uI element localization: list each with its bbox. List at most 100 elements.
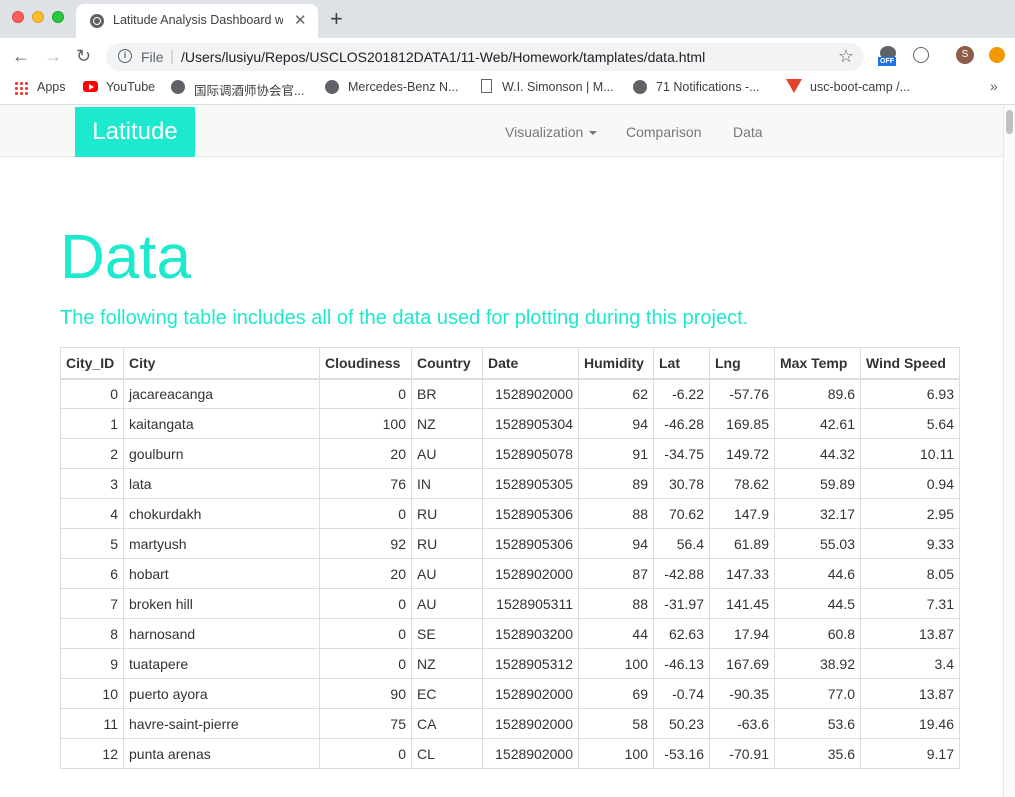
navbar-brand[interactable]: Latitude	[75, 107, 195, 157]
youtube-icon	[83, 81, 98, 92]
cell-humidity: 88	[578, 498, 654, 529]
cell-lng: 61.89	[709, 528, 775, 559]
col-cloudiness: Cloudiness	[319, 347, 412, 380]
cell-cloudiness: 76	[319, 468, 412, 499]
cell-date: 1528902000	[482, 678, 579, 709]
url-separator: |	[170, 48, 174, 65]
cell-date: 1528905078	[482, 438, 579, 469]
scrollbar-thumb[interactable]	[1006, 110, 1013, 134]
reload-icon[interactable]: ↻	[76, 44, 91, 68]
cell-country: NZ	[411, 648, 483, 679]
forward-arrow-icon[interactable]: →	[44, 44, 62, 68]
page-viewport: Latitude Visualization Comparison Data D…	[0, 105, 1003, 797]
extension-icon[interactable]: OFF	[878, 46, 898, 66]
table-row: 12 punta arenas 0 CL 1528902000 100 -53.16 -70.…	[60, 738, 960, 769]
cell-date: 1528905305	[482, 468, 579, 499]
cell-wind-speed: 13.87	[860, 678, 960, 709]
cell-city-id: 3	[60, 468, 124, 499]
cell-country: CL	[411, 738, 483, 769]
url-text[interactable]: /Users/lusiyu/Repos/USCLOS201812DATA1/11…	[181, 49, 705, 65]
more-bookmarks-icon[interactable]: »	[990, 78, 998, 94]
minimize-window-button[interactable]	[32, 11, 44, 23]
cell-city: kaitangata	[123, 408, 320, 439]
cell-lng: 147.9	[709, 498, 775, 529]
close-window-button[interactable]	[12, 11, 24, 23]
cell-date: 1528902000	[482, 738, 579, 769]
avatar[interactable]: S	[956, 46, 974, 64]
nav-visualization-dropdown[interactable]: Visualization	[505, 124, 598, 140]
cell-max-temp: 59.89	[774, 468, 861, 499]
cell-cloudiness: 20	[319, 438, 412, 469]
maximize-window-button[interactable]	[52, 11, 64, 23]
bookmark-usc-boot-camp[interactable]: usc-boot-camp /...	[810, 80, 910, 94]
cell-lng: 169.85	[709, 408, 775, 439]
cell-max-temp: 44.32	[774, 438, 861, 469]
cell-cloudiness: 0	[319, 618, 412, 649]
tab-close-icon[interactable]: ✕	[294, 11, 307, 29]
cell-city-id: 7	[60, 588, 124, 619]
cell-lng: 149.72	[709, 438, 775, 469]
back-arrow-icon[interactable]: ←	[12, 44, 30, 68]
bookmark-bartender[interactable]: 国际调酒师协会官...	[194, 80, 304, 99]
cell-country: EC	[411, 678, 483, 709]
table-body: 0 jacareacanga 0 BR 1528902000 62 -6.22 -57.76 8…	[60, 378, 960, 769]
browser-tab-bar: Latitude Analysis Dashboard w ✕ +	[0, 0, 1015, 38]
cell-cloudiness: 0	[319, 738, 412, 769]
col-city: City	[123, 347, 320, 380]
cell-city-id: 1	[60, 408, 124, 439]
cell-cloudiness: 0	[319, 588, 412, 619]
bookmark-notifications[interactable]: 71 Notifications -...	[656, 80, 760, 94]
cell-country: BR	[411, 378, 483, 409]
bookmark-youtube[interactable]: YouTube	[106, 80, 155, 94]
extension-icon[interactable]	[989, 47, 1005, 63]
cell-date: 1528903200	[482, 618, 579, 649]
cell-max-temp: 35.6	[774, 738, 861, 769]
cell-humidity: 58	[578, 708, 654, 739]
cell-humidity: 100	[578, 648, 654, 679]
bookmark-simonson[interactable]: W.I. Simonson | M...	[502, 80, 614, 94]
cell-wind-speed: 2.95	[860, 498, 960, 529]
browser-toolbar: ← → ↻ i File | /Users/lusiyu/Repos/USCLO…	[0, 38, 1015, 74]
bookmark-star-icon[interactable]: ☆	[838, 46, 854, 67]
cell-date: 1528902000	[482, 708, 579, 739]
cell-cloudiness: 92	[319, 528, 412, 559]
col-wind-speed: Wind Speed	[860, 347, 960, 380]
cell-wind-speed: 10.11	[860, 438, 960, 469]
new-tab-button[interactable]: +	[330, 6, 343, 32]
nav-data[interactable]: Data	[733, 124, 763, 140]
table-row: 2 goulburn 20 AU 1528905078 91 -34.75 149.72 44.…	[60, 438, 960, 469]
cell-lat: -31.97	[653, 588, 710, 619]
bookmark-apps[interactable]: Apps	[37, 80, 66, 94]
cell-lng: 167.69	[709, 648, 775, 679]
cell-date: 1528905306	[482, 528, 579, 559]
cell-city-id: 8	[60, 618, 124, 649]
browser-tab[interactable]: Latitude Analysis Dashboard w ✕	[76, 4, 318, 38]
info-icon[interactable]: i	[118, 49, 132, 63]
cell-city: puerto ayora	[123, 678, 320, 709]
cell-city: havre-saint-pierre	[123, 708, 320, 739]
page-scrollbar[interactable]	[1003, 105, 1015, 797]
cell-wind-speed: 7.31	[860, 588, 960, 619]
cell-humidity: 44	[578, 618, 654, 649]
address-bar[interactable]: i File | /Users/lusiyu/Repos/USCLOS20181…	[106, 43, 864, 71]
table-header-row: City_ID City Cloudiness Country Date Hum…	[60, 347, 960, 380]
bookmark-mercedes[interactable]: Mercedes-Benz N...	[348, 80, 458, 94]
cell-country: RU	[411, 528, 483, 559]
cell-cloudiness: 75	[319, 708, 412, 739]
cell-cloudiness: 0	[319, 378, 412, 409]
cell-max-temp: 38.92	[774, 648, 861, 679]
cell-wind-speed: 9.17	[860, 738, 960, 769]
cell-lat: -46.13	[653, 648, 710, 679]
nav-visualization-label: Visualization	[505, 124, 584, 140]
cell-lat: 30.78	[653, 468, 710, 499]
cell-lng: 17.94	[709, 618, 775, 649]
nav-comparison[interactable]: Comparison	[626, 124, 701, 140]
cell-lat: 50.23	[653, 708, 710, 739]
table-row: 3 lata 76 IN 1528905305 89 30.78 78.62 59.89 0.94	[60, 468, 960, 499]
cell-cloudiness: 100	[319, 408, 412, 439]
extension-icon[interactable]	[913, 47, 929, 63]
cell-date: 1528905312	[482, 648, 579, 679]
cell-lat: -53.16	[653, 738, 710, 769]
cell-country: AU	[411, 588, 483, 619]
cell-city: jacareacanga	[123, 378, 320, 409]
